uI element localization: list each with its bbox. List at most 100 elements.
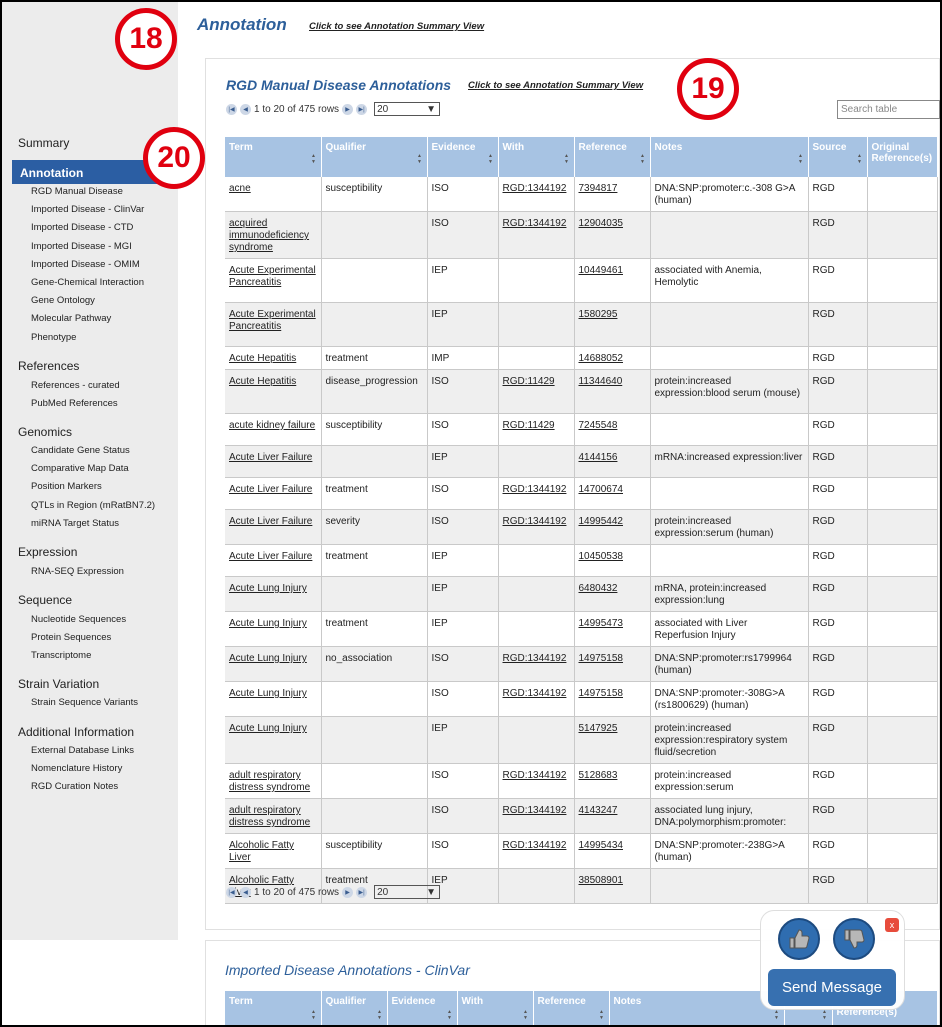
reference-link[interactable]: 14975158 bbox=[579, 653, 624, 664]
column-header[interactable]: Reference ▲▼ bbox=[574, 137, 651, 177]
sidebar-section-references[interactable]: References bbox=[18, 359, 79, 373]
term-link[interactable]: Acute Experimental Pancreatitis bbox=[229, 265, 316, 288]
term-link[interactable]: Acute Liver Failure bbox=[229, 452, 312, 463]
sort-icon[interactable]: ▲▼ bbox=[774, 1009, 780, 1021]
sidebar-item[interactable]: Comparative Map Data bbox=[31, 463, 129, 474]
reference-link[interactable]: 5128683 bbox=[579, 770, 618, 781]
sidebar-item[interactable]: miRNA Target Status bbox=[31, 518, 119, 529]
with-link[interactable]: RGD:1344192 bbox=[503, 840, 567, 851]
sidebar-item[interactable]: Imported Disease - CTD bbox=[31, 222, 133, 233]
manual-summary-link[interactable]: Click to see Annotation Summary View bbox=[468, 80, 643, 91]
with-link[interactable]: RGD:1344192 bbox=[503, 218, 567, 229]
next-page-icon[interactable]: ▶ bbox=[342, 103, 354, 115]
search-table-input[interactable]: Search table bbox=[837, 100, 940, 119]
term-link[interactable]: Acute Liver Failure bbox=[229, 551, 312, 562]
reference-link[interactable]: 14700674 bbox=[579, 484, 624, 495]
sort-icon[interactable]: ▲▼ bbox=[564, 153, 570, 165]
reference-link[interactable]: 38508901 bbox=[579, 875, 624, 886]
term-link[interactable]: acute kidney failure bbox=[229, 420, 315, 431]
sort-icon[interactable]: ▲▼ bbox=[822, 1009, 828, 1021]
column-header[interactable]: Qualifier ▲▼ bbox=[321, 991, 388, 1027]
term-link[interactable]: Acute Lung Injury bbox=[229, 688, 307, 699]
thumbs-up-icon[interactable] bbox=[778, 918, 820, 960]
sidebar-item[interactable]: PubMed References bbox=[31, 398, 118, 409]
term-link[interactable]: Acute Hepatitis bbox=[229, 376, 296, 387]
sidebar-item[interactable]: External Database Links bbox=[31, 745, 134, 756]
prev-page-icon[interactable]: ◀ bbox=[240, 103, 251, 115]
column-header[interactable]: Evidence ▲▼ bbox=[387, 991, 458, 1027]
sidebar-section-strain[interactable]: Strain Variation bbox=[18, 677, 99, 691]
sort-icon[interactable]: ▲▼ bbox=[377, 1009, 383, 1021]
sidebar-item[interactable]: References - curated bbox=[31, 380, 120, 391]
sidebar-item[interactable]: Position Markers bbox=[31, 481, 102, 492]
with-link[interactable]: RGD:11429 bbox=[503, 420, 555, 431]
column-header[interactable]: With ▲▼ bbox=[498, 137, 575, 177]
sidebar-section-sequence[interactable]: Sequence bbox=[18, 593, 72, 607]
next-page-icon[interactable]: ▶ bbox=[342, 886, 354, 898]
reference-link[interactable]: 7245548 bbox=[579, 420, 618, 431]
reference-link[interactable]: 14688052 bbox=[579, 353, 624, 364]
sidebar-item[interactable]: RNA-SEQ Expression bbox=[31, 566, 124, 577]
column-header[interactable]: Original Reference(s) bbox=[867, 137, 938, 177]
page-size-select[interactable]: 20 ▼ bbox=[374, 102, 441, 116]
sidebar-item[interactable]: RGD Manual Disease bbox=[31, 186, 123, 197]
sidebar-item[interactable]: Gene Ontology bbox=[31, 295, 95, 306]
reference-link[interactable]: 14995442 bbox=[579, 516, 624, 527]
with-link[interactable]: RGD:1344192 bbox=[503, 484, 567, 495]
column-header[interactable]: Source ▲▼ bbox=[808, 137, 868, 177]
thumbs-down-icon[interactable] bbox=[833, 918, 875, 960]
sidebar-item[interactable]: Strain Sequence Variants bbox=[31, 697, 138, 708]
sort-icon[interactable]: ▲▼ bbox=[417, 153, 423, 165]
column-header[interactable]: Evidence ▲▼ bbox=[427, 137, 499, 177]
close-feedback-button[interactable]: x bbox=[885, 918, 899, 932]
reference-link[interactable]: 4144156 bbox=[579, 452, 618, 463]
term-link[interactable]: Alcoholic Fatty Liver bbox=[229, 840, 294, 863]
column-header[interactable]: Notes ▲▼ bbox=[650, 137, 809, 177]
term-link[interactable]: Acute Liver Failure bbox=[229, 484, 312, 495]
reference-link[interactable]: 6480432 bbox=[579, 583, 618, 594]
sort-icon[interactable]: ▲▼ bbox=[447, 1009, 453, 1021]
column-header[interactable]: With ▲▼ bbox=[457, 991, 534, 1027]
reference-link[interactable]: 14995434 bbox=[579, 840, 624, 851]
reference-link[interactable]: 10450538 bbox=[579, 551, 624, 562]
sidebar-item[interactable]: Imported Disease - OMIM bbox=[31, 259, 140, 270]
column-header[interactable]: Notes ▲▼ bbox=[609, 991, 785, 1027]
sidebar-item[interactable]: Phenotype bbox=[31, 332, 76, 343]
reference-link[interactable]: 7394817 bbox=[579, 183, 618, 194]
sidebar-annotation-active[interactable]: Annotation bbox=[12, 160, 163, 184]
reference-link[interactable]: 14995473 bbox=[579, 618, 624, 629]
term-link[interactable]: acne bbox=[229, 183, 251, 194]
term-link[interactable]: Acute Hepatitis bbox=[229, 353, 296, 364]
column-header[interactable]: Term ▲▼ bbox=[225, 991, 322, 1027]
send-message-button[interactable]: Send Message bbox=[768, 969, 896, 1006]
last-page-icon[interactable]: ▶| bbox=[356, 886, 368, 898]
with-link[interactable]: RGD:1344192 bbox=[503, 183, 567, 194]
annotation-summary-link[interactable]: Click to see Annotation Summary View bbox=[309, 21, 484, 32]
prev-page-icon[interactable]: ◀ bbox=[240, 886, 251, 898]
term-link[interactable]: Acute Liver Failure bbox=[229, 516, 312, 527]
reference-link[interactable]: 11344640 bbox=[579, 376, 623, 387]
reference-link[interactable]: 1580295 bbox=[579, 309, 618, 320]
sidebar-item[interactable]: Candidate Gene Status bbox=[31, 445, 130, 456]
sidebar-item[interactable]: Transcriptome bbox=[31, 650, 91, 661]
sidebar-item[interactable]: Nomenclature History bbox=[31, 763, 122, 774]
with-link[interactable]: RGD:11429 bbox=[503, 376, 555, 387]
sort-icon[interactable]: ▲▼ bbox=[311, 1009, 317, 1021]
reference-link[interactable]: 12904035 bbox=[579, 218, 624, 229]
term-link[interactable]: Acute Lung Injury bbox=[229, 723, 307, 734]
column-header[interactable]: Qualifier ▲▼ bbox=[321, 137, 428, 177]
reference-link[interactable]: 4143247 bbox=[579, 805, 618, 816]
column-header[interactable]: Term ▲▼ bbox=[225, 137, 322, 177]
column-header[interactable]: Reference ▲▼ bbox=[533, 991, 610, 1027]
with-link[interactable]: RGD:1344192 bbox=[503, 770, 567, 781]
sort-icon[interactable]: ▲▼ bbox=[523, 1009, 529, 1021]
sidebar-item[interactable]: Imported Disease - MGI bbox=[31, 241, 132, 252]
with-link[interactable]: RGD:1344192 bbox=[503, 688, 567, 699]
page-size-select[interactable]: 20 ▼ bbox=[374, 885, 441, 899]
sidebar-summary[interactable]: Summary bbox=[18, 136, 69, 150]
sidebar-section-additional[interactable]: Additional Information bbox=[18, 725, 134, 739]
sidebar-item[interactable]: Gene-Chemical Interaction bbox=[31, 277, 144, 288]
sort-icon[interactable]: ▲▼ bbox=[857, 153, 863, 165]
first-page-icon[interactable]: |◀ bbox=[226, 886, 237, 898]
last-page-icon[interactable]: ▶| bbox=[356, 103, 368, 115]
